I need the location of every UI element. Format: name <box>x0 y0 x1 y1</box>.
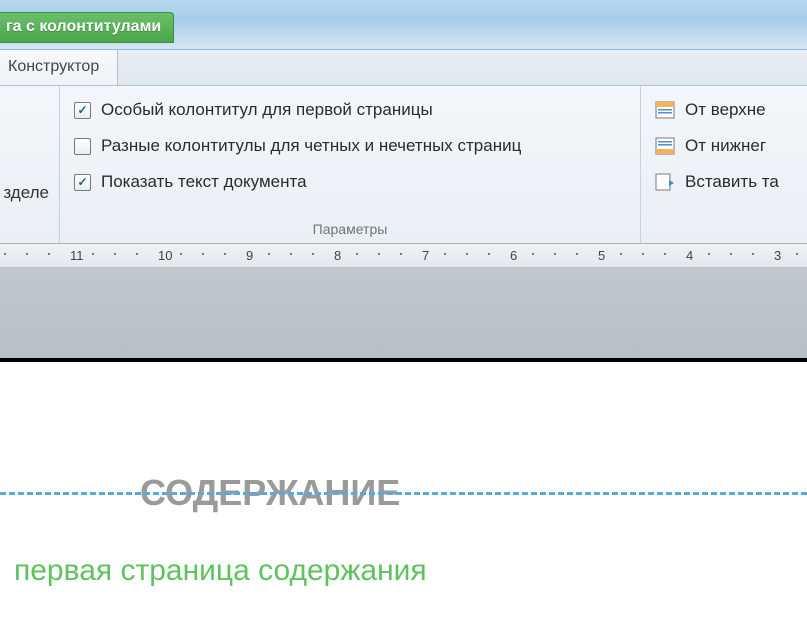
group-caption-options: Параметры <box>70 217 630 243</box>
ruler-number: 11 <box>70 248 84 263</box>
label: Вставить та <box>685 172 779 192</box>
left-fragment-text: зделе <box>3 183 49 203</box>
insert-alignment-tab[interactable]: Вставить та <box>651 164 797 200</box>
option-odd-even-different[interactable]: Разные колонтитулы для четных и нечетных… <box>70 128 630 164</box>
checkbox-icon[interactable] <box>74 102 91 119</box>
ribbon-group-left-fragment: зделе <box>0 86 60 243</box>
page-subline: первая страница содержания <box>14 554 807 588</box>
ruler-number: 7 <box>422 248 429 263</box>
tab-designer[interactable]: Конструктор <box>0 50 118 85</box>
contextual-tab-title: га с колонтитулами <box>0 12 174 43</box>
ribbon: зделе Особый колонтитул для первой стран… <box>0 86 807 244</box>
ruler-number: 10 <box>158 248 172 263</box>
option-show-doc-text[interactable]: Показать текст документа <box>70 164 630 200</box>
horizontal-ruler[interactable]: 11 10 9 8 7 6 5 4 3 <box>0 244 807 268</box>
footer-bottom-icon <box>655 137 675 155</box>
option-first-page-different[interactable]: Особый колонтитул для первой страницы <box>70 92 630 128</box>
ruler-number: 3 <box>774 248 781 263</box>
label: От верхне <box>685 100 766 120</box>
ruler-number: 5 <box>598 248 605 263</box>
checkbox-icon[interactable] <box>74 174 91 191</box>
document-background <box>0 268 807 358</box>
label: От нижнег <box>685 136 766 156</box>
header-from-top[interactable]: От верхне <box>651 92 797 128</box>
footer-from-bottom[interactable]: От нижнег <box>651 128 797 164</box>
ruler-number: 8 <box>334 248 341 263</box>
checkbox-icon[interactable] <box>74 138 91 155</box>
ribbon-tab-row: Конструктор <box>0 50 807 86</box>
header-footer-separator <box>0 492 807 495</box>
ruler-number: 6 <box>510 248 517 263</box>
header-top-icon <box>655 101 675 119</box>
option-label: Разные колонтитулы для четных и нечетных… <box>101 136 521 156</box>
option-label: Особый колонтитул для первой страницы <box>101 100 433 120</box>
title-bar: га с колонтитулами <box>0 0 807 50</box>
option-label: Показать текст документа <box>101 172 307 192</box>
ruler-number: 9 <box>246 248 253 263</box>
ribbon-group-options: Особый колонтитул для первой страницы Ра… <box>60 86 641 243</box>
insert-tab-icon <box>655 173 675 191</box>
ruler-number: 4 <box>686 248 693 263</box>
document-page: СОДЕРЖАНИЕ первая страница содержания <box>0 358 807 628</box>
ribbon-group-position: От верхне От нижнег Вставить та <box>641 86 807 243</box>
